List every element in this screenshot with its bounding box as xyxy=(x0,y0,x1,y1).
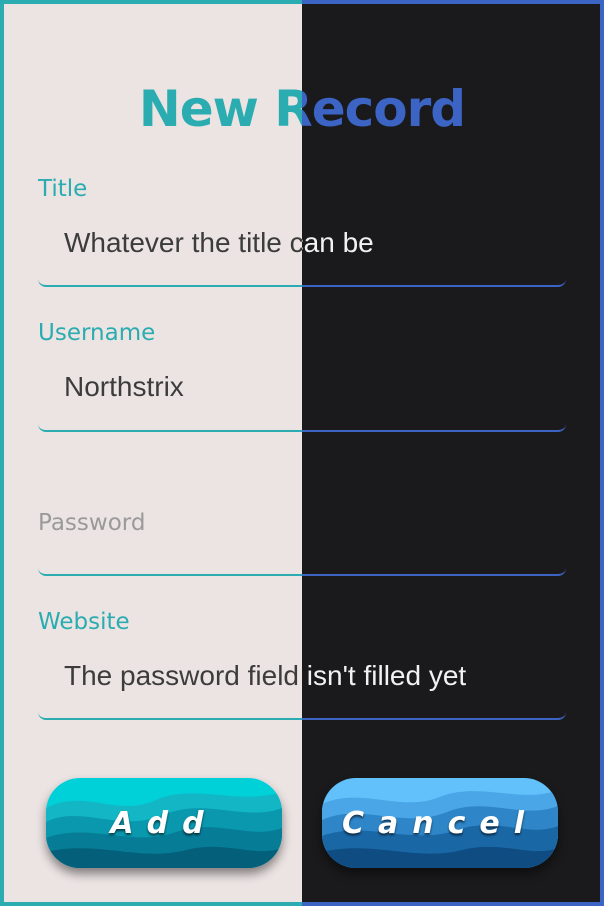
cancel-button[interactable]: Cancel xyxy=(322,778,558,868)
title-input[interactable] xyxy=(38,218,570,280)
add-button-label: Add xyxy=(110,805,218,841)
username-input[interactable] xyxy=(38,362,570,424)
website-input[interactable] xyxy=(38,651,570,713)
password-input[interactable] xyxy=(38,506,570,568)
title-label: Title xyxy=(38,176,88,202)
website-label: Website xyxy=(38,609,130,635)
add-button[interactable]: Add xyxy=(46,778,282,868)
username-label: Username xyxy=(38,320,156,346)
cancel-button-label: Cancel xyxy=(341,805,539,841)
